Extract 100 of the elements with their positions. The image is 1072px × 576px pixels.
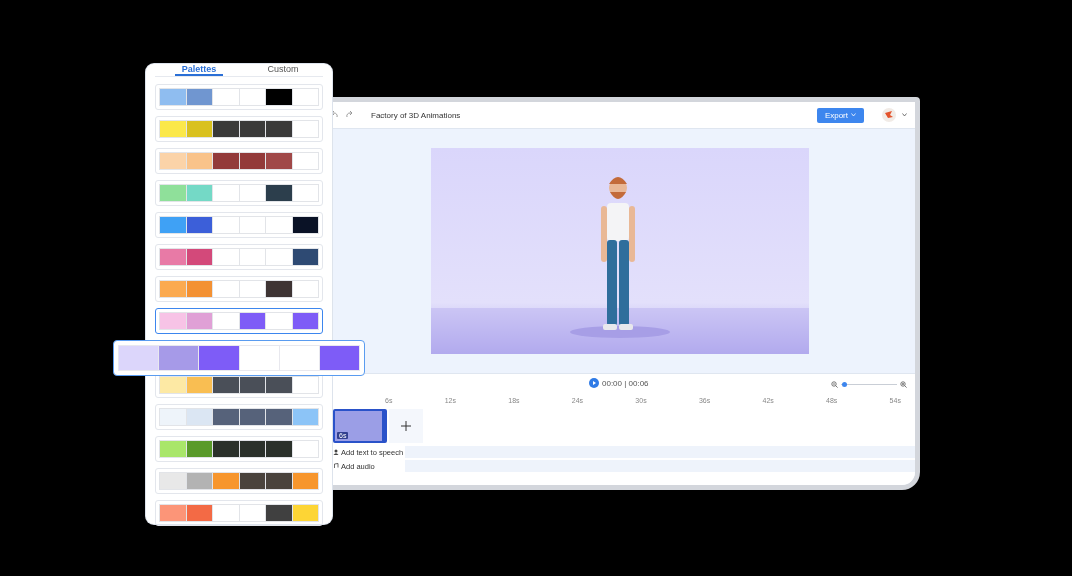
color-swatch[interactable]: [159, 216, 187, 234]
color-swatch[interactable]: [265, 120, 293, 138]
color-swatch[interactable]: [291, 312, 319, 330]
color-swatch[interactable]: [159, 88, 187, 106]
color-swatch[interactable]: [265, 376, 293, 394]
color-swatch[interactable]: [291, 184, 319, 202]
color-swatch[interactable]: [238, 216, 266, 234]
color-swatch[interactable]: [238, 120, 266, 138]
color-swatch[interactable]: [238, 376, 266, 394]
color-swatch[interactable]: [238, 472, 266, 490]
color-swatch[interactable]: [238, 184, 266, 202]
color-swatch[interactable]: [159, 472, 187, 490]
color-swatch[interactable]: [212, 216, 240, 234]
color-swatch[interactable]: [159, 376, 187, 394]
project-title: Factory of 3D Animations: [371, 110, 462, 120]
color-swatch[interactable]: [265, 280, 293, 298]
color-swatch[interactable]: [118, 345, 160, 371]
color-swatch[interactable]: [265, 248, 293, 266]
color-swatch[interactable]: [185, 184, 213, 202]
avatar-icon[interactable]: [882, 108, 896, 122]
color-swatch[interactable]: [265, 440, 293, 458]
color-swatch[interactable]: [185, 152, 213, 170]
color-swatch[interactable]: [291, 152, 319, 170]
color-swatch[interactable]: [291, 376, 319, 394]
color-swatch[interactable]: [291, 472, 319, 490]
export-button[interactable]: Export: [816, 107, 864, 123]
play-icon[interactable]: [589, 378, 599, 388]
color-swatch[interactable]: [159, 248, 187, 266]
color-swatch[interactable]: [159, 184, 187, 202]
color-swatch[interactable]: [212, 120, 240, 138]
color-swatch[interactable]: [185, 88, 213, 106]
color-swatch[interactable]: [291, 280, 319, 298]
redo-icon[interactable]: [345, 111, 353, 119]
color-swatch[interactable]: [265, 216, 293, 234]
chevron-down-icon[interactable]: [902, 113, 907, 117]
color-swatch[interactable]: [212, 152, 240, 170]
color-swatch[interactable]: [238, 408, 266, 426]
color-swatch[interactable]: [238, 312, 266, 330]
zoom-in-icon[interactable]: [900, 380, 907, 388]
color-swatch[interactable]: [159, 152, 187, 170]
color-swatch[interactable]: [238, 88, 266, 106]
color-swatch[interactable]: [185, 312, 213, 330]
color-swatch[interactable]: [278, 345, 320, 371]
color-swatch[interactable]: [185, 280, 213, 298]
color-swatch[interactable]: [159, 312, 187, 330]
color-swatch[interactable]: [212, 376, 240, 394]
color-swatch[interactable]: [185, 504, 213, 522]
color-swatch[interactable]: [265, 184, 293, 202]
color-swatch[interactable]: [265, 152, 293, 170]
color-swatch[interactable]: [185, 120, 213, 138]
color-swatch[interactable]: [159, 280, 187, 298]
color-swatch[interactable]: [265, 504, 293, 522]
color-swatch[interactable]: [238, 504, 266, 522]
color-swatch[interactable]: [291, 88, 319, 106]
color-swatch[interactable]: [159, 408, 187, 426]
color-swatch[interactable]: [291, 216, 319, 234]
person-icon: [333, 449, 339, 455]
color-swatch[interactable]: [265, 472, 293, 490]
add-clip-button[interactable]: [389, 409, 423, 443]
color-swatch[interactable]: [265, 88, 293, 106]
color-swatch[interactable]: [212, 248, 240, 266]
music-note-icon: [333, 463, 339, 469]
undo-icon[interactable]: [331, 111, 339, 119]
color-swatch[interactable]: [212, 88, 240, 106]
color-swatch[interactable]: [212, 312, 240, 330]
color-swatch[interactable]: [159, 120, 187, 138]
color-swatch[interactable]: [291, 440, 319, 458]
color-swatch[interactable]: [185, 472, 213, 490]
color-swatch[interactable]: [185, 440, 213, 458]
color-swatch[interactable]: [318, 345, 361, 371]
zoom-out-icon[interactable]: [831, 380, 838, 388]
color-swatch[interactable]: [291, 408, 319, 426]
slider-thumb[interactable]: [841, 381, 847, 387]
color-swatch[interactable]: [291, 248, 319, 266]
color-swatch[interactable]: [238, 345, 280, 371]
color-swatch[interactable]: [212, 408, 240, 426]
tab[interactable]: Palettes: [175, 64, 223, 76]
color-swatch[interactable]: [238, 440, 266, 458]
color-swatch[interactable]: [159, 504, 187, 522]
color-swatch[interactable]: [238, 280, 266, 298]
chevron-down-icon: [851, 113, 856, 117]
color-swatch[interactable]: [265, 408, 293, 426]
color-swatch[interactable]: [198, 345, 240, 371]
color-swatch[interactable]: [238, 152, 266, 170]
color-swatch[interactable]: [212, 184, 240, 202]
color-swatch[interactable]: [159, 440, 187, 458]
color-swatch[interactable]: [291, 120, 319, 138]
color-swatch[interactable]: [212, 280, 240, 298]
color-swatch[interactable]: [212, 472, 240, 490]
color-swatch[interactable]: [185, 408, 213, 426]
color-swatch[interactable]: [238, 248, 266, 266]
color-swatch[interactable]: [185, 376, 213, 394]
color-swatch[interactable]: [212, 440, 240, 458]
color-swatch[interactable]: [185, 248, 213, 266]
color-swatch[interactable]: [265, 312, 293, 330]
color-swatch[interactable]: [185, 216, 213, 234]
tab[interactable]: Custom: [243, 64, 323, 76]
color-swatch[interactable]: [212, 504, 240, 522]
color-swatch[interactable]: [158, 345, 200, 371]
color-swatch[interactable]: [291, 504, 319, 522]
